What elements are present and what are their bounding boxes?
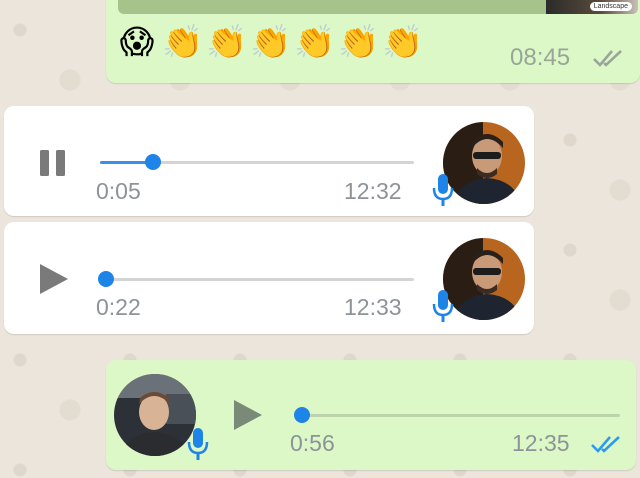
clap-emoji: 👏 (250, 22, 292, 61)
clap-emoji: 👏 (294, 22, 336, 61)
voice-scrubber-handle[interactable] (294, 407, 311, 423)
voice-progress-track[interactable] (294, 407, 620, 423)
mic-blue-icon (432, 290, 454, 322)
incoming-voice-message[interactable]: 0:22 12:33 (4, 222, 534, 334)
own-avatar[interactable] (114, 374, 196, 456)
message-time: 12:32 (344, 178, 402, 204)
message-time: 08:45 (510, 44, 571, 71)
voice-scrubber-handle[interactable] (98, 271, 115, 287)
clap-emoji: 👏 (338, 22, 380, 61)
sender-avatar[interactable] (443, 122, 525, 204)
double-check-blue-icon (591, 436, 620, 453)
clap-emoji: 👏 (382, 22, 424, 61)
play-icon[interactable] (232, 398, 264, 432)
incoming-voice-message[interactable]: 0:05 12:32 (4, 106, 534, 216)
voice-elapsed: 0:05 (96, 178, 141, 204)
clap-emoji: 👏 (162, 22, 204, 61)
voice-progress-track[interactable] (98, 271, 414, 287)
clap-emoji: 👏 (206, 22, 248, 61)
mic-blue-icon (432, 174, 454, 206)
emoji-row: 😱 👏 👏 👏 👏 👏 👏 (118, 22, 424, 62)
double-check-gray-icon (593, 50, 622, 67)
media-preview[interactable]: Landscape (118, 0, 638, 14)
voice-elapsed: 0:56 (290, 430, 335, 456)
media-tag: Landscape (589, 2, 632, 11)
message-time: 12:33 (344, 294, 402, 320)
voice-elapsed: 0:22 (96, 294, 141, 320)
outgoing-voice-message[interactable]: 0:56 12:35 (106, 360, 636, 470)
pause-icon[interactable] (38, 148, 68, 178)
voice-progress-track[interactable] (100, 154, 414, 170)
mic-blue-icon (187, 428, 209, 460)
outgoing-message-bubble[interactable]: Landscape 😱 👏 👏 👏 👏 👏 👏 08:45 (106, 0, 640, 83)
play-icon[interactable] (38, 262, 70, 296)
voice-scrubber-handle[interactable] (145, 154, 162, 170)
message-time: 12:35 (512, 430, 570, 456)
sender-avatar[interactable] (443, 238, 525, 320)
scream-emoji: 😱 (119, 22, 155, 61)
